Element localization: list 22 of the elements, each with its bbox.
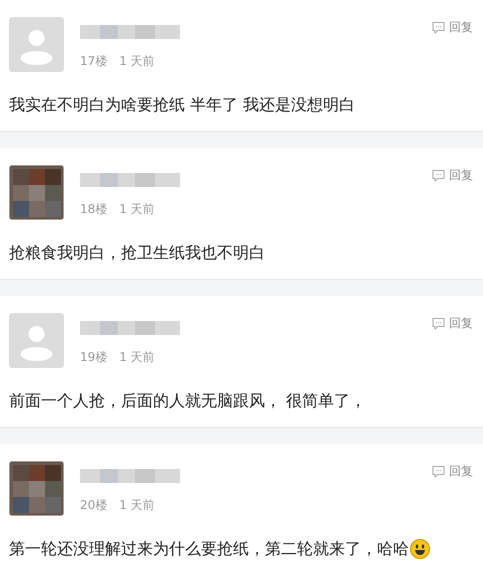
comment-icon: [432, 21, 445, 34]
post-time: 1 天前: [119, 53, 155, 70]
comment-body: 前面一个人抢，后面的人就无脑跟风， 很简单了，: [9, 390, 366, 412]
reply-button[interactable]: 回复: [432, 463, 473, 480]
reply-button[interactable]: 回复: [432, 167, 473, 184]
floor-number: 18楼: [80, 201, 108, 218]
floor-number: 19楼: [80, 349, 108, 366]
post-time: 1 天前: [119, 201, 155, 218]
post-time: 1 天前: [119, 497, 155, 514]
reply-button[interactable]: 回复: [432, 315, 473, 332]
floor-number: 17楼: [80, 53, 108, 70]
comment-icon: [432, 169, 445, 182]
floor-number: 20楼: [80, 497, 108, 514]
post-time: 1 天前: [119, 349, 155, 366]
comment-body: 我实在不明白为啥要抢纸 半年了 我还是没想明白: [9, 94, 356, 116]
reply-button[interactable]: 回复: [432, 19, 473, 36]
comment-body: 抢粮食我明白，抢卫生纸我也不明白: [9, 242, 265, 264]
comment-body: 第一轮还没理解过来为什么要抢纸，第二轮就来了，哈哈: [9, 538, 409, 560]
comment-icon: [432, 465, 445, 478]
comment-icon: [432, 317, 445, 330]
avatar-icon: [9, 313, 64, 368]
avatar-icon: [9, 17, 64, 72]
